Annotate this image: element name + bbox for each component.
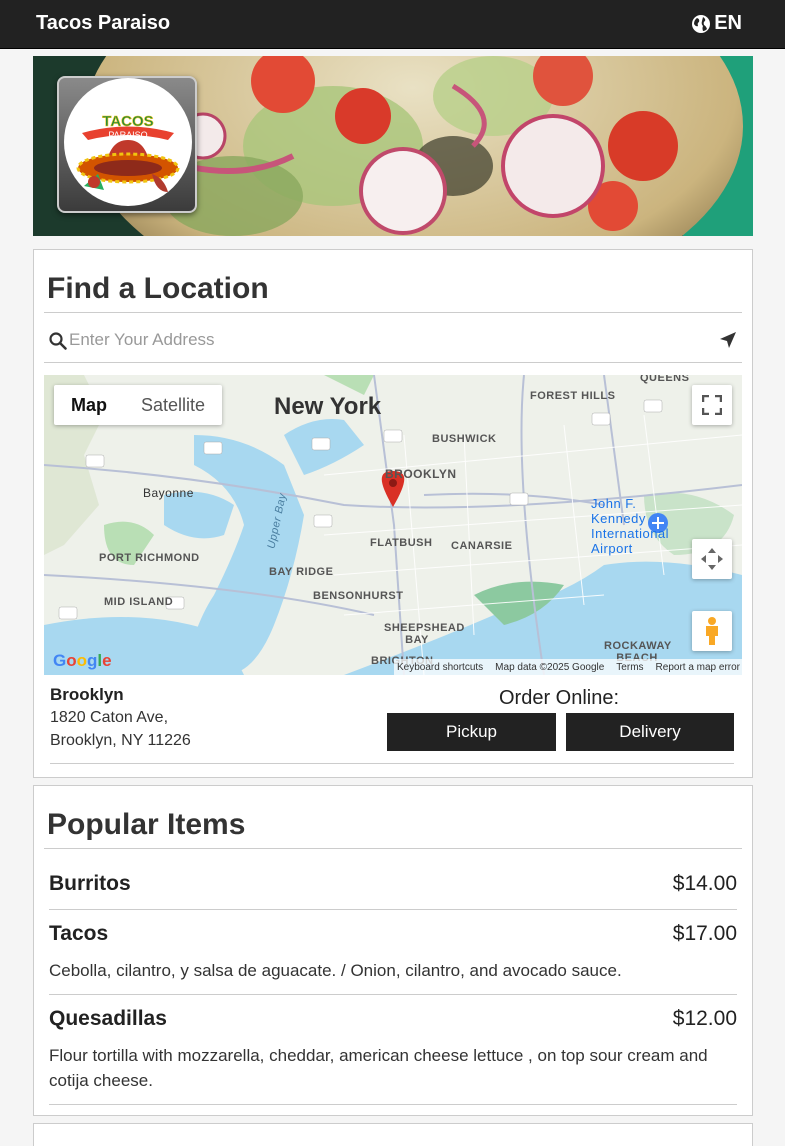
- popular-title-divider: [44, 848, 742, 849]
- google-logo[interactable]: Google: [53, 651, 112, 671]
- camera-controls-button[interactable]: [692, 539, 732, 579]
- restaurant-logo: TACOS PARAISO: [64, 78, 192, 206]
- order-online-label: Order Online:: [499, 687, 620, 709]
- menu-item-price: $17.00: [672, 922, 737, 945]
- item-divider: [49, 994, 737, 995]
- menu-item-description: Flour tortilla with mozzarella, cheddar,…: [49, 1046, 708, 1090]
- find-location-title: Find a Location: [47, 272, 269, 305]
- svg-text:TACOS: TACOS: [102, 113, 153, 130]
- location-map[interactable]: New York QUEENS FOREST HILLS BUSHWICK BR…: [44, 375, 742, 675]
- location-address-line2: Brooklyn, NY 11226: [50, 732, 191, 749]
- map-type-map-button[interactable]: Map: [54, 385, 124, 425]
- location-address-line1: 1820 Caton Ave,: [50, 709, 169, 726]
- globe-icon: [692, 14, 711, 33]
- map-label-flatbush: FLATBUSH: [370, 537, 433, 549]
- map-label-port-richmond: PORT RICHMOND: [99, 552, 200, 564]
- menu-item-description: Cebolla, cilantro, y salsa de aguacate. …: [49, 961, 622, 980]
- map-label-bushwick: BUSHWICK: [432, 433, 497, 445]
- popular-items-panel: Popular Items Burritos $14.00 Tacos $17.…: [33, 785, 753, 1116]
- address-input[interactable]: [69, 327, 689, 353]
- keyboard-shortcuts-link[interactable]: Keyboard shortcuts: [397, 662, 483, 673]
- pegman-icon: [706, 617, 718, 645]
- popular-items-title: Popular Items: [47, 808, 246, 841]
- map-label-bay-ridge: BAY RIDGE: [269, 566, 334, 578]
- menu-item-name[interactable]: Quesadillas: [49, 1007, 167, 1031]
- menu-item-name[interactable]: Burritos: [49, 872, 131, 896]
- map-city-label: New York: [274, 393, 382, 420]
- brand-name[interactable]: Tacos Paraiso: [36, 12, 170, 35]
- language-selector[interactable]: EN: [691, 12, 742, 35]
- map-data-text: Map data ©2025 Google: [495, 661, 605, 673]
- location-divider: [50, 763, 734, 764]
- map-type-satellite-button[interactable]: Satellite: [124, 385, 222, 425]
- menu-item-price: $14.00: [672, 872, 737, 895]
- map-attribution: Keyboard shortcuts Map data ©2025 Google…: [394, 659, 742, 675]
- menu-item-price: $12.00: [672, 1007, 737, 1030]
- map-type-control: Map Satellite: [54, 385, 223, 425]
- find-location-panel: Find a Location Enter Your Address New Y…: [33, 249, 753, 778]
- map-label-sheepshead-bay: SHEEPSHEAD BAY: [384, 622, 465, 646]
- terms-link[interactable]: Terms: [616, 662, 643, 673]
- location-name: Brooklyn: [50, 685, 124, 704]
- search-icon: [49, 332, 67, 350]
- map-label-bensonhurst: BENSONHURST: [313, 590, 404, 602]
- menu-item-name[interactable]: Tacos: [49, 922, 108, 946]
- logo-frame[interactable]: TACOS PARAISO: [57, 76, 197, 213]
- map-label-mid-island: MID ISLAND: [104, 596, 174, 608]
- fullscreen-icon: [702, 395, 722, 415]
- locate-arrow-icon[interactable]: [719, 331, 737, 349]
- pan-arrows-icon: [701, 548, 723, 570]
- fullscreen-button[interactable]: [692, 385, 732, 425]
- address-search-bar: [44, 312, 742, 363]
- item-divider: [49, 909, 737, 910]
- report-map-error-link[interactable]: Report a map error: [656, 662, 740, 673]
- street-view-button[interactable]: [692, 611, 732, 651]
- sombrero-logo-icon: TACOS PARAISO: [76, 113, 180, 192]
- item-divider: [49, 1104, 737, 1105]
- language-label: EN: [714, 12, 742, 34]
- delivery-button[interactable]: Delivery: [566, 713, 734, 751]
- map-label-brooklyn: BROOKLYN: [385, 467, 457, 481]
- map-label-jfk-airport: John F. Kennedy International Airport: [591, 496, 670, 556]
- map-label-bayonne: Bayonne: [143, 486, 194, 500]
- top-navbar: Tacos Paraiso EN: [0, 0, 785, 49]
- map-label-queens: QUEENS: [640, 375, 690, 384]
- pickup-button[interactable]: Pickup: [387, 713, 556, 751]
- next-panel: [33, 1123, 753, 1146]
- map-label-canarsie: CANARSIE: [451, 540, 513, 552]
- svg-text:PARAISO: PARAISO: [108, 130, 147, 140]
- map-label-forest-hills: FOREST HILLS: [530, 390, 616, 402]
